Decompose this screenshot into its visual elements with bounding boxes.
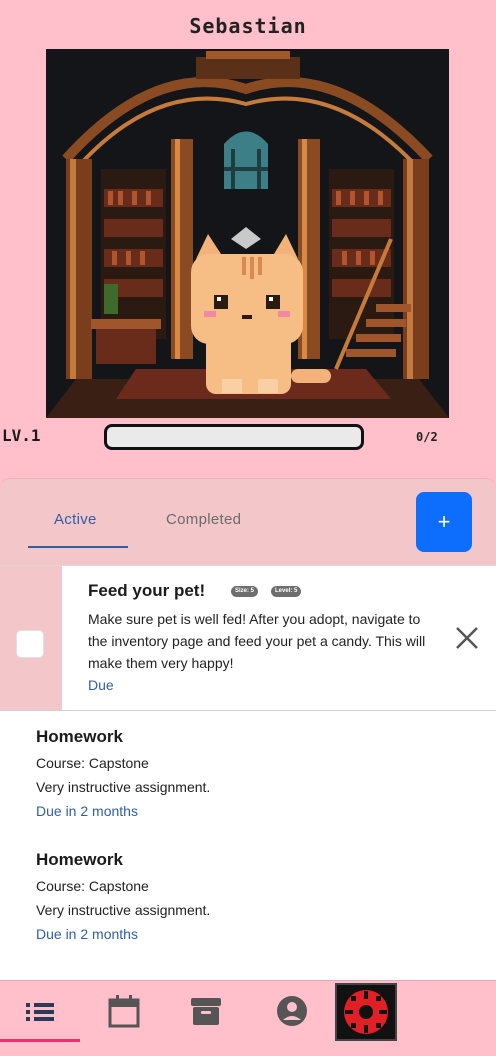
- library-pixel-art: [46, 49, 449, 418]
- close-icon[interactable]: [452, 623, 482, 653]
- active-tab-indicator: [28, 546, 128, 548]
- task-checkbox[interactable]: [16, 630, 44, 658]
- task-due: Due in 2 months: [36, 803, 138, 819]
- level-badge: Level: 5: [271, 586, 302, 597]
- active-nav-indicator: [0, 1039, 80, 1042]
- nav-profile[interactable]: [252, 981, 332, 1041]
- xp-count: 0/2: [416, 430, 438, 444]
- archive-icon: [191, 998, 221, 1025]
- task-description: Very instructive assignment.: [36, 779, 211, 795]
- pet-avatar-icon: [344, 990, 388, 1034]
- bottom-nav: [0, 980, 496, 1056]
- pet-scene-image: [46, 49, 449, 418]
- tab-active[interactable]: Active: [54, 511, 97, 528]
- task-course: Course: Capstone: [36, 755, 149, 771]
- nav-calendar[interactable]: [84, 981, 164, 1041]
- task-card-partial[interactable]: [0, 957, 496, 980]
- task-course: Course: Capstone: [36, 878, 149, 894]
- xp-progress-bar: [104, 424, 364, 450]
- pet-avatar[interactable]: [335, 983, 397, 1041]
- task-tabs: Active Completed +: [0, 478, 496, 566]
- calendar-icon: [108, 995, 140, 1028]
- account-icon: [277, 996, 307, 1026]
- task-title: Homework: [36, 850, 123, 869]
- list-icon: [26, 1003, 54, 1021]
- pet-name: Sebastian: [189, 14, 307, 38]
- pet-header: Sebastian LV.1 0/2: [0, 0, 496, 478]
- task-card[interactable]: Homework Course: Capstone Very instructi…: [0, 834, 496, 958]
- task-card-featured[interactable]: Feed your pet! Size: 5 Level: 5 Make sur…: [0, 566, 496, 711]
- task-title: Homework: [36, 727, 123, 746]
- tab-completed[interactable]: Completed: [166, 511, 241, 528]
- task-description: Very instructive assignment.: [36, 902, 211, 918]
- task-card[interactable]: Homework Course: Capstone Very instructi…: [0, 711, 496, 835]
- task-title: Feed your pet!: [88, 581, 206, 600]
- checkbox-column: [0, 566, 62, 710]
- nav-archive[interactable]: [166, 981, 246, 1041]
- task-due: Due in 2 months: [36, 926, 138, 942]
- nav-tasks[interactable]: [0, 981, 80, 1042]
- pet-level: LV.1: [2, 426, 41, 445]
- task-description: Make sure pet is well fed! After you ado…: [88, 611, 426, 671]
- task-list: Feed your pet! Size: 5 Level: 5 Make sur…: [0, 566, 496, 980]
- size-badge: Size: 5: [231, 586, 259, 597]
- task-due: Due: [88, 677, 114, 693]
- add-task-button[interactable]: +: [416, 492, 472, 552]
